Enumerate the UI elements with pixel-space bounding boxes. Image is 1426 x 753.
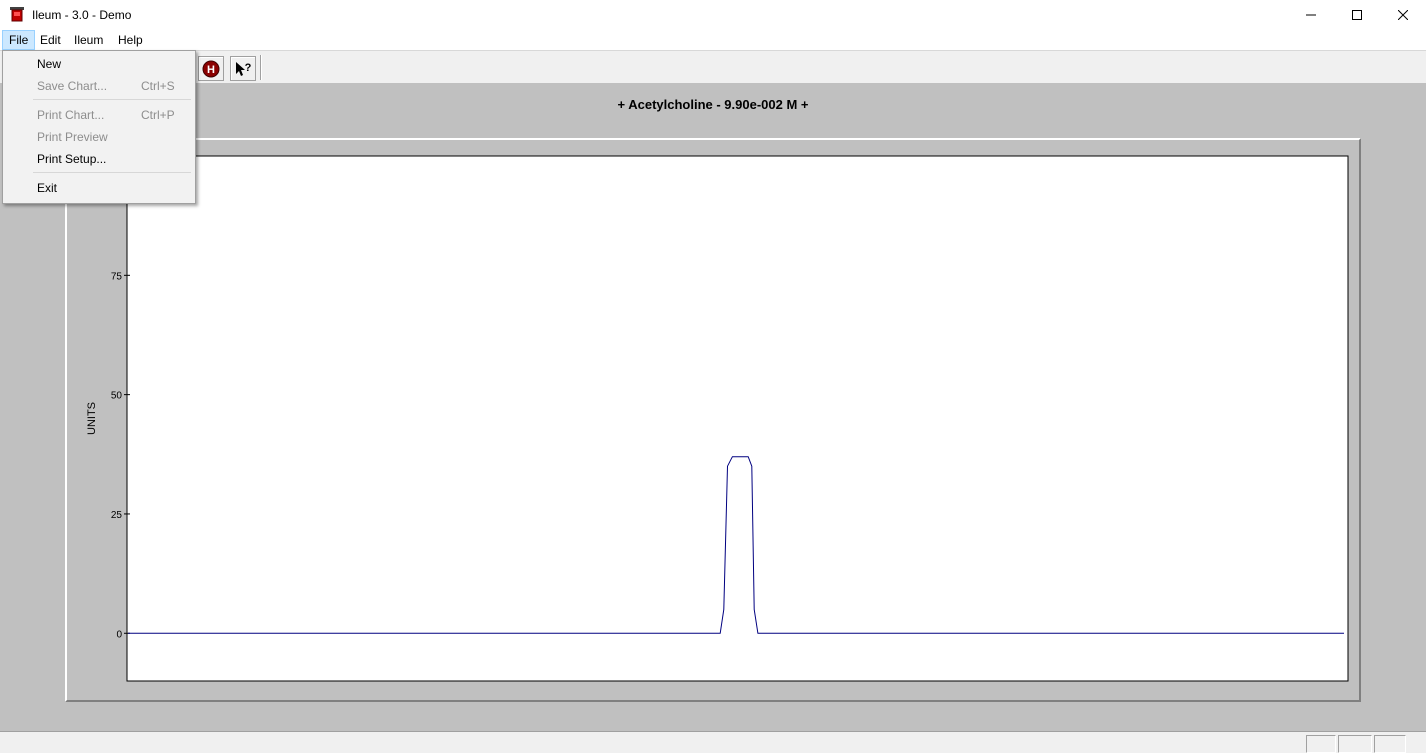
menu-item-save-chart[interactable]: Save Chart... Ctrl+S xyxy=(3,76,195,96)
y-axis-label: UNITS xyxy=(86,402,98,435)
y-tick-label-3: 75 xyxy=(111,271,123,282)
menu-item-print-chart[interactable]: Print Chart... Ctrl+P xyxy=(3,105,195,125)
menu-item-new[interactable]: New xyxy=(3,54,195,74)
shortcut-print: Ctrl+P xyxy=(141,108,175,122)
status-pane-2 xyxy=(1338,735,1372,753)
y-tick-label-2: 50 xyxy=(111,391,123,402)
status-bar xyxy=(0,731,1426,753)
menu-item-print-preview[interactable]: Print Preview xyxy=(3,127,195,147)
y-tick-label-1: 25 xyxy=(111,510,123,521)
y-tick-label-0: 0 xyxy=(116,629,122,640)
status-pane-3 xyxy=(1374,735,1406,753)
shortcut-save: Ctrl+S xyxy=(141,79,175,93)
status-pane-1 xyxy=(1306,735,1336,753)
menu-item-exit[interactable]: Exit xyxy=(3,178,195,198)
menu-separator xyxy=(33,99,191,100)
menu-separator xyxy=(33,172,191,173)
line-chart: 0 25 50 75 UNITS xyxy=(86,155,1349,682)
file-menu-dropdown: New Save Chart... Ctrl+S Print Chart... … xyxy=(2,50,196,204)
menu-item-print-setup[interactable]: Print Setup... xyxy=(3,149,195,169)
plot-area xyxy=(126,155,1349,682)
